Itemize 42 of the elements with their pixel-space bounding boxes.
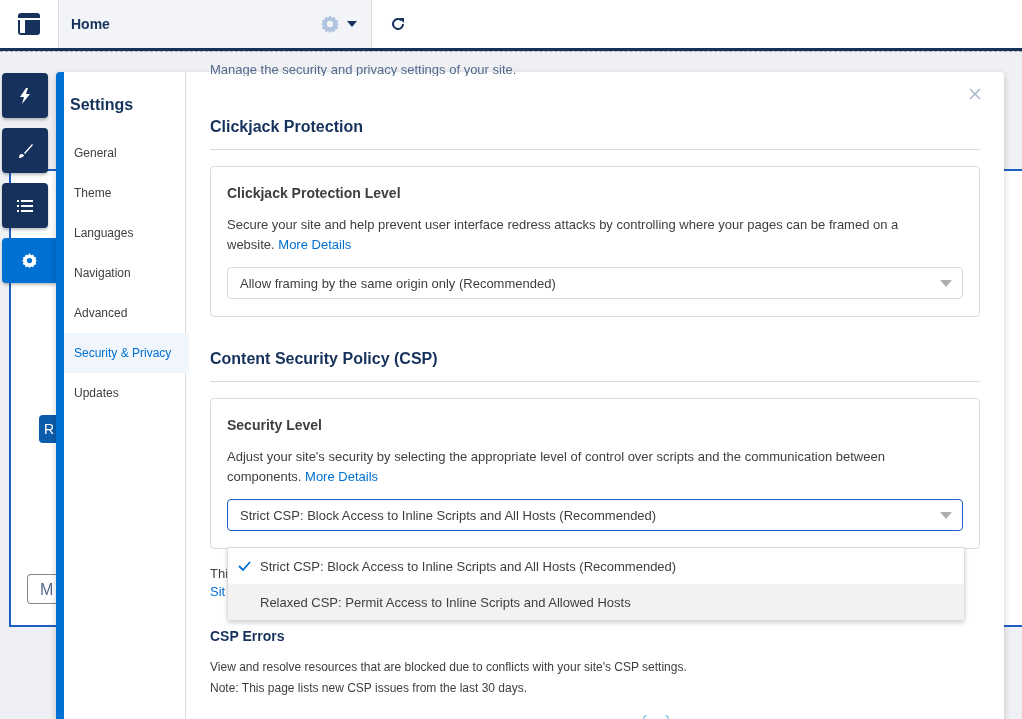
section-heading: CSP Errors — [210, 628, 286, 644]
description-text: Adjust your site's security by selecting the appropriate level of control over scripts and the communication between components. More Details — [227, 448, 886, 486]
caret-icon — [940, 279, 952, 287]
nav-item[interactable]: Languages — [64, 213, 185, 253]
intro-text: Manage the security and privacy settings of your site. — [210, 64, 518, 76]
check-icon — [237, 561, 251, 571]
list-tab[interactable] — [2, 183, 48, 228]
caret-icon[interactable] — [347, 21, 357, 27]
caret-icon — [940, 511, 952, 519]
page-field[interactable]: M — [27, 574, 56, 604]
dropdown-option[interactable]: Relaxed CSP: Permit Access to Inline Scripts and Allowed Hosts — [228, 584, 964, 620]
bolt-icon — [19, 87, 31, 104]
bolt-tab[interactable] — [2, 73, 48, 118]
nav-item[interactable]: Security & Privacy — [64, 333, 189, 373]
brush-tab[interactable] — [2, 128, 48, 173]
gear-tab[interactable] — [2, 238, 56, 283]
gear-icon — [21, 253, 37, 268]
section-heading: Clickjack Protection — [210, 118, 980, 150]
refresh-icon[interactable] — [390, 16, 406, 32]
panel-title: Settings — [69, 96, 135, 115]
list-icon — [17, 199, 33, 212]
settings-link[interactable]: Sit — [210, 583, 226, 601]
page-button[interactable]: R — [39, 415, 56, 443]
nav-item[interactable]: General — [64, 133, 185, 173]
layout-icon[interactable] — [18, 13, 40, 35]
card-title: Security Level — [227, 417, 323, 433]
nav-item[interactable]: Updates — [64, 373, 185, 413]
page-tab[interactable]: Home — [58, 0, 372, 48]
dropdown-option[interactable]: Strict CSP: Block Access to Inline Scripts and All Hosts (Recommended) — [228, 548, 964, 584]
security-level-select[interactable]: Strict CSP: Block Access to Inline Scripts and All Hosts (Recommended) — [227, 499, 963, 531]
nav-item[interactable]: Navigation — [64, 253, 185, 293]
protection-select[interactable]: Allow framing by the same origin only (Recommended) — [227, 267, 963, 299]
nav-item[interactable]: Theme — [64, 173, 185, 213]
description-text: View and resolve resources that are blocked due to conflicts with your site's CSP settings. Note: This page lists new CSP issues from the last 30 days. — [210, 659, 688, 697]
nav-item[interactable]: Advanced — [64, 293, 185, 333]
brush-icon — [17, 142, 33, 159]
more-details-link[interactable]: More Details — [278, 237, 352, 252]
note-text: Thi — [210, 565, 229, 583]
more-details-link[interactable]: More Details — [305, 469, 378, 484]
card-title: Clickjack Protection Level — [227, 185, 402, 201]
description-text: Secure your site and help prevent user interface redress attacks by controlling where your pages can be framed on a website. More Details — [227, 216, 900, 254]
section-heading: Content Security Policy (CSP) — [210, 350, 980, 382]
